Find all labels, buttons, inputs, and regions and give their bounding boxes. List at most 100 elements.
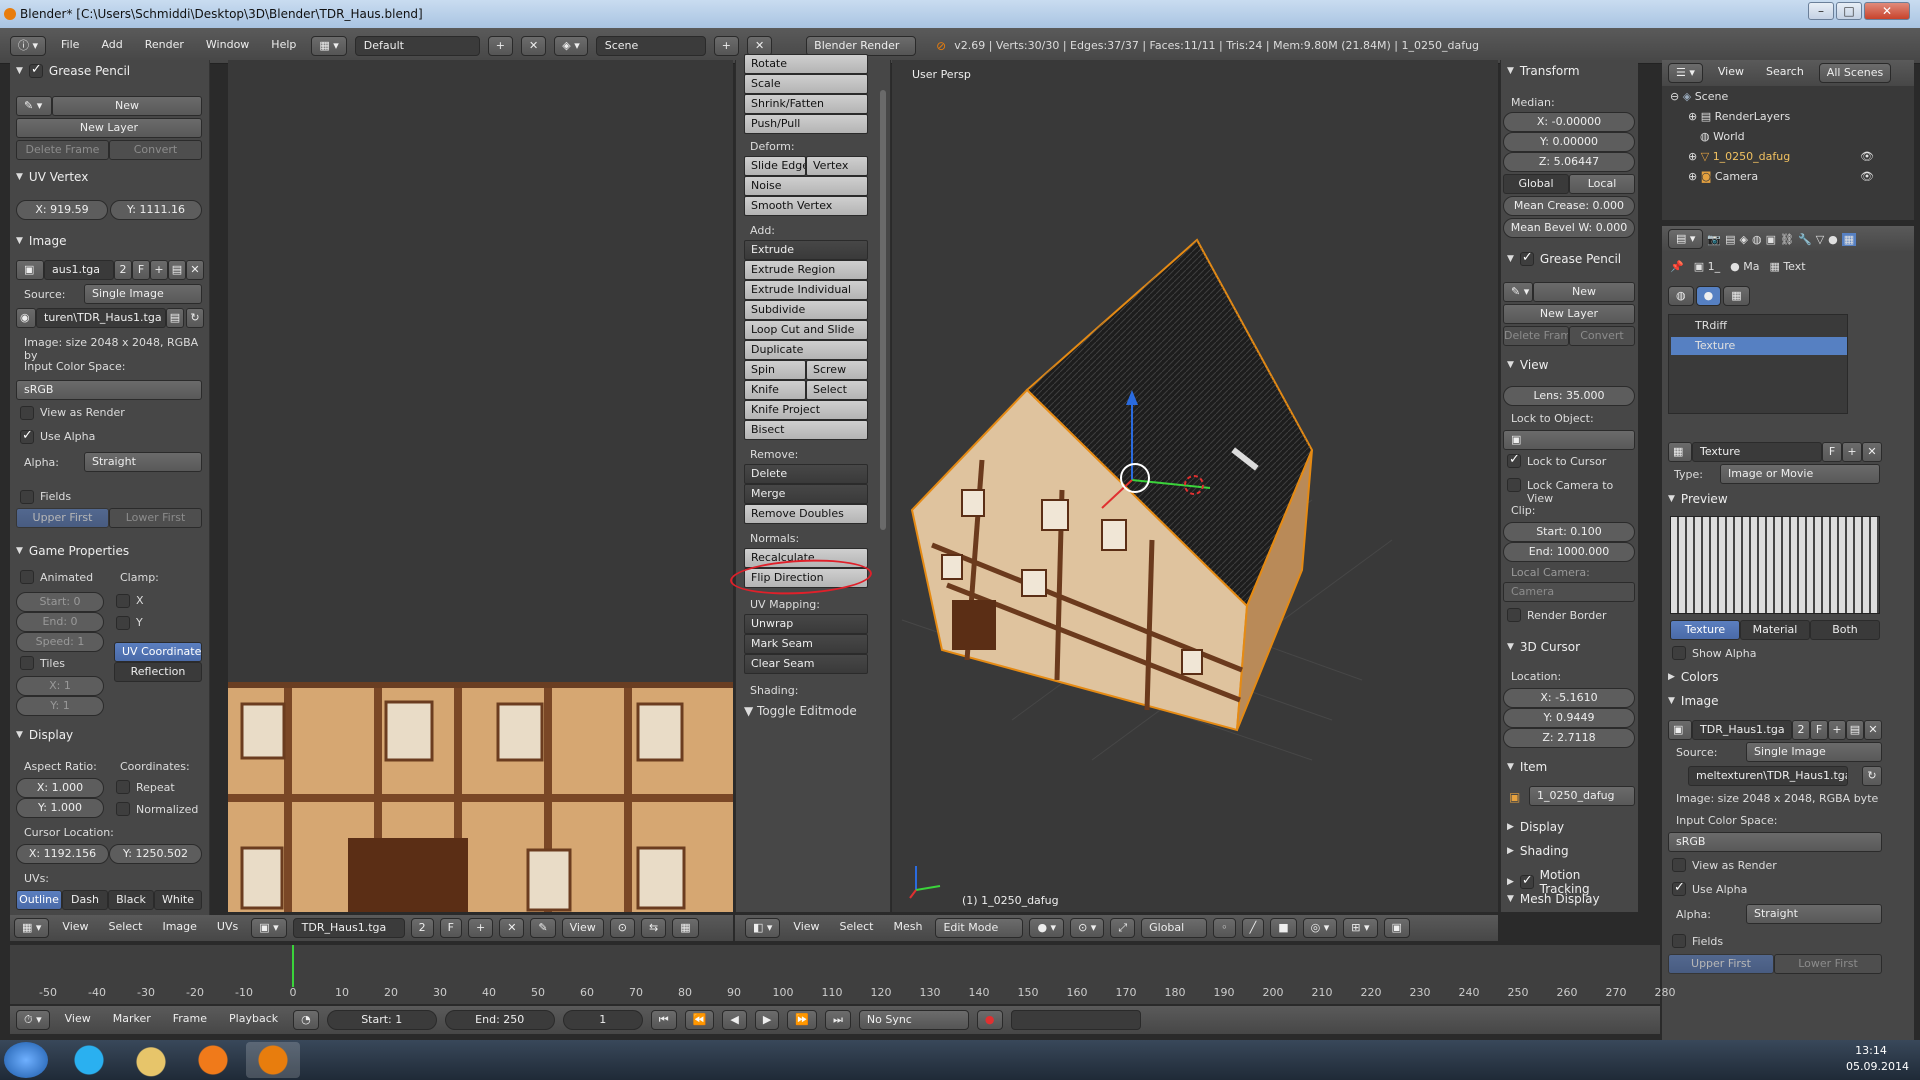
tex-upper-first[interactable]: Upper First: [1668, 954, 1774, 974]
lock-object-field[interactable]: ▣: [1503, 430, 1635, 450]
color-space-select[interactable]: sRGB: [16, 380, 202, 400]
display-collapsed-header[interactable]: ▶ Display: [1501, 816, 1570, 838]
lower-first-button[interactable]: Lower First: [109, 508, 202, 528]
breadcrumb-material[interactable]: ● Ma: [1730, 260, 1759, 273]
image-header[interactable]: ▼ Image: [10, 230, 73, 252]
convert-button[interactable]: Convert: [109, 140, 202, 160]
scene-tab-icon[interactable]: ◈: [1740, 233, 1748, 246]
upper-first-button[interactable]: Upper First: [16, 508, 109, 528]
tool-screw[interactable]: Screw: [806, 360, 868, 380]
tool-knife[interactable]: Knife: [744, 380, 806, 400]
render-border-checkbox[interactable]: [1507, 608, 1521, 622]
black-button[interactable]: Black: [108, 890, 154, 910]
maximize-button[interactable]: □: [1836, 2, 1862, 20]
tool-duplicate[interactable]: Duplicate: [744, 340, 868, 360]
tex-use-alpha-checkbox[interactable]: [1672, 880, 1686, 896]
menu-render[interactable]: Render: [138, 36, 191, 56]
clip-start-field[interactable]: Start: 0.100: [1503, 522, 1635, 542]
3d-viewport[interactable]: User Persp (1) 1_0250_dafug: [892, 60, 1498, 912]
np-new-button[interactable]: New: [1533, 282, 1635, 302]
tex-fields-checkbox[interactable]: [1672, 934, 1686, 948]
menu-window[interactable]: Window: [199, 36, 256, 56]
cursor-x-field[interactable]: X: 1192.156: [16, 844, 109, 864]
median-z-field[interactable]: Z: 5.06447: [1503, 152, 1635, 172]
clamp-y-checkbox[interactable]: [116, 616, 130, 630]
outline-button[interactable]: Outline: [16, 890, 62, 910]
add-scene-button[interactable]: +: [713, 35, 739, 56]
tool-push-pull[interactable]: Push/Pull: [744, 114, 868, 134]
uv-menu-view[interactable]: View: [55, 918, 95, 938]
modifiers-tab-icon[interactable]: 🔧: [1798, 233, 1812, 246]
tl-menu-view[interactable]: View: [58, 1010, 98, 1030]
game-properties-header[interactable]: ▼ Game Properties: [10, 540, 135, 562]
fields-checkbox[interactable]: [20, 490, 34, 504]
pin-icon[interactable]: ✎: [530, 918, 556, 938]
image-browse-icon[interactable]: ▣: [16, 260, 44, 280]
uv-vertex-header[interactable]: ▼ UV Vertex: [10, 166, 94, 188]
tool-bisect[interactable]: Bisect: [744, 420, 868, 440]
add-layout-button[interactable]: +: [487, 35, 514, 56]
uv-image-canvas[interactable]: [228, 60, 733, 912]
texture-slot-trdiff[interactable]: TRdiff: [1671, 317, 1847, 335]
screen-layout-field[interactable]: Default: [354, 35, 480, 56]
clock-time[interactable]: 13:14: [1846, 1044, 1896, 1057]
tex-image-open-icon[interactable]: ▤: [1846, 720, 1864, 740]
image-open-icon[interactable]: ▤: [168, 260, 186, 280]
texture-name-field[interactable]: Texture: [1692, 442, 1822, 462]
texture-type-select[interactable]: Image or Movie: [1720, 464, 1880, 484]
tool-smooth-vertex[interactable]: Smooth Vertex: [744, 196, 868, 216]
tl-menu-marker[interactable]: Marker: [106, 1010, 158, 1030]
tool-extrude-region[interactable]: Extrude Region: [744, 260, 868, 280]
white-button[interactable]: White: [154, 890, 202, 910]
outliner-menu-view[interactable]: View: [1711, 63, 1751, 83]
layout-icon[interactable]: ▦ ▾: [311, 35, 347, 56]
pencil-draw-button[interactable]: ✎ ▾: [16, 96, 52, 116]
uv-pivot-icon[interactable]: ⊙: [609, 918, 635, 938]
jump-end-icon[interactable]: ⏭: [824, 1010, 851, 1030]
uv-sync-icon[interactable]: ⇆: [640, 918, 667, 938]
3d-cursor-header[interactable]: ▼ 3D Cursor: [1501, 636, 1586, 658]
lock-camera-checkbox[interactable]: [1507, 478, 1521, 492]
normalized-checkbox[interactable]: [116, 802, 130, 816]
blender-taskbar-icon[interactable]: [246, 1042, 300, 1078]
menu-help[interactable]: Help: [264, 36, 303, 56]
mesh-display-header[interactable]: ▼ Mesh Display: [1501, 888, 1606, 910]
tex-image-header[interactable]: ▼ Image: [1662, 690, 1725, 712]
anim-end-field[interactable]: End: 0: [16, 612, 104, 632]
select-mode-vertex-icon[interactable]: ◦: [1213, 918, 1236, 938]
scene-field[interactable]: Scene: [595, 35, 706, 56]
close-button[interactable]: ✕: [1864, 2, 1910, 20]
np-convert-button[interactable]: Convert: [1569, 326, 1635, 346]
menu-add[interactable]: Add: [94, 36, 129, 56]
cursor3d-x-field[interactable]: X: -5.1610: [1503, 688, 1635, 708]
tool-mark-seam[interactable]: Mark Seam: [744, 634, 868, 654]
uv-image-fake[interactable]: F: [439, 918, 462, 938]
tool-remove-doubles[interactable]: Remove Doubles: [744, 504, 868, 524]
minimize-button[interactable]: –: [1808, 2, 1834, 20]
tiles-checkbox[interactable]: [20, 656, 34, 670]
uv-image-users[interactable]: 2: [410, 918, 434, 938]
uv-menu-uvs[interactable]: UVs: [210, 918, 245, 938]
image-users-field[interactable]: 2: [114, 260, 132, 280]
tool-knife-project[interactable]: Knife Project: [744, 400, 868, 420]
remove-layout-button[interactable]: ✕: [521, 35, 547, 56]
select-mode-edge-icon[interactable]: ╱: [1241, 918, 1265, 938]
reload-icon[interactable]: ↻: [186, 308, 204, 328]
local-button[interactable]: Local: [1569, 174, 1635, 194]
viewport-editor-icon[interactable]: ◧ ▾: [745, 918, 781, 938]
use-alpha-checkbox[interactable]: [20, 428, 34, 444]
tool-shrink-fatten[interactable]: Shrink/Fatten: [744, 94, 868, 114]
next-keyframe-icon[interactable]: ⏩: [787, 1010, 817, 1030]
cursor3d-y-field[interactable]: Y: 0.9449: [1503, 708, 1635, 728]
image-unlink-icon[interactable]: ✕: [186, 260, 204, 280]
explorer-icon[interactable]: [124, 1042, 178, 1078]
snap-icon[interactable]: ⊞ ▾: [1343, 918, 1378, 938]
texture-tab-icon[interactable]: ▦: [1841, 232, 1857, 246]
mean-crease-field[interactable]: Mean Crease: 0.000: [1503, 196, 1635, 216]
start-frame-field[interactable]: Start: 1: [326, 1010, 437, 1030]
uv-menu-select[interactable]: Select: [102, 918, 150, 938]
uv-image-new-icon[interactable]: +: [467, 918, 494, 938]
mode-select[interactable]: Edit Mode: [935, 918, 1024, 938]
tex-source-select[interactable]: Single Image: [1746, 742, 1882, 762]
motion-tracking-checkbox[interactable]: [1519, 873, 1534, 889]
